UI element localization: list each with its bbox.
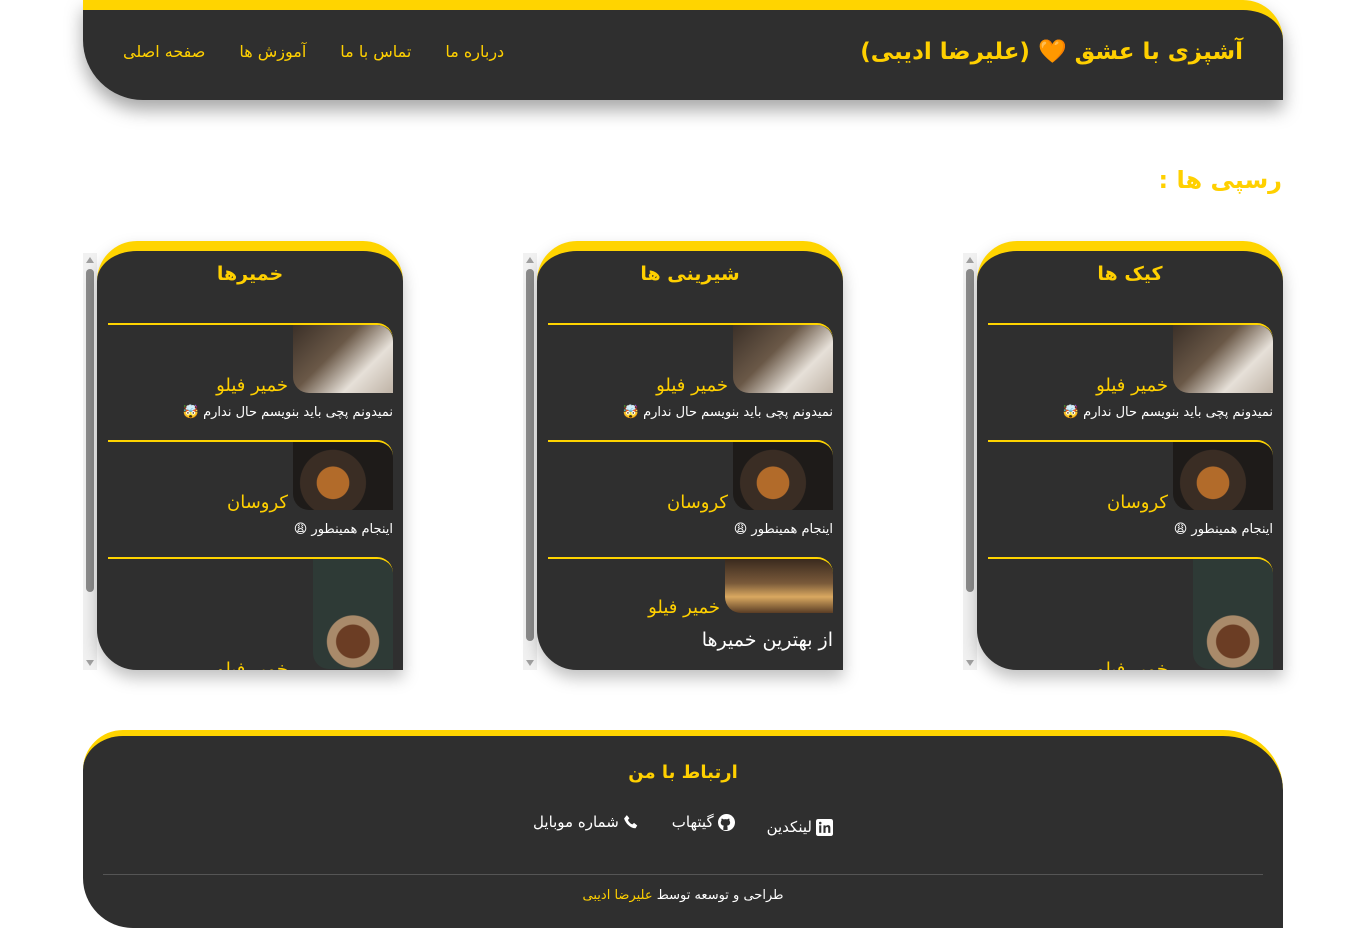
recipe-image: [1193, 559, 1273, 669]
recipe-name: خمیر فیلو: [216, 375, 288, 396]
recipe-image: [1173, 325, 1273, 393]
site-footer: ارتباط با من لینکدین گیتهاب شماره موبایل…: [83, 730, 1283, 928]
recipe-name: خمیر فیلو: [1096, 375, 1168, 396]
github-label: گیتهاب: [671, 813, 714, 831]
recipe-desc: از بهترین خمیرها: [701, 629, 833, 651]
footer-title: ارتباط با من: [628, 762, 738, 783]
github-link[interactable]: گیتهاب: [672, 808, 735, 836]
phone-label: شماره موبایل: [533, 813, 619, 831]
footer-credit: طراحی و توسعه توسط علیرضا ادیبی: [83, 888, 1283, 903]
recipe-desc: اینجام همینطور 😩: [1173, 522, 1273, 537]
recipe-name: کروسان: [227, 492, 288, 513]
scroll-down-arrow-icon[interactable]: [966, 660, 974, 666]
scroll-thumb[interactable]: [526, 269, 534, 641]
footer-divider: [103, 874, 1263, 875]
scroll-down-arrow-icon[interactable]: [526, 660, 534, 666]
category-panel-doughs: خمیرها خمیر فیلو نمیدونم پچی باید بنویسم…: [83, 241, 403, 670]
scroll-down-arrow-icon[interactable]: [86, 660, 94, 666]
recipe-image: [293, 442, 393, 510]
recipe-desc: نمیدونم پچی باید بنویسم حال ندارم 🤯: [182, 405, 393, 420]
recipe-card[interactable]: خمیر فیلو: [988, 557, 1273, 670]
panel-title: خمیرها: [216, 263, 284, 285]
recipe-image: [733, 442, 833, 510]
scrollbar[interactable]: [963, 253, 977, 670]
recipe-desc: اینجام همینطور 😩: [733, 522, 833, 537]
scroll-up-arrow-icon[interactable]: [526, 257, 534, 263]
recipe-card[interactable]: خمیر فیلو نمیدونم پچی باید بنویسم حال ند…: [988, 323, 1273, 440]
site-title: آشپزی با عشق 🧡 (علیرضا ادیبی): [860, 39, 1243, 65]
linkedin-label: لینکدین: [766, 818, 812, 836]
nav-home[interactable]: صفحه اصلی: [123, 42, 205, 61]
recipe-image: [313, 559, 393, 669]
main-nav: صفحه اصلی آموزش ها تماس با ما درباره ما: [123, 42, 504, 61]
recipe-image: [1173, 442, 1273, 510]
panel-title: شیرینی ها: [640, 263, 740, 285]
recipe-desc: نمیدونم پچی باید بنویسم حال ندارم 🤯: [1062, 405, 1273, 420]
linkedin-link[interactable]: لینکدین: [767, 818, 833, 836]
linkedin-icon: [815, 818, 833, 836]
recipe-image: [725, 559, 833, 613]
scroll-up-arrow-icon[interactable]: [966, 257, 974, 263]
credit-prefix: طراحی و توسعه توسط: [656, 888, 784, 903]
recipe-name: کروسان: [1107, 492, 1168, 513]
recipe-card[interactable]: خمیر فیلو نمیدونم پچی باید بنویسم حال ند…: [108, 323, 393, 440]
panel-body: خمیرها خمیر فیلو نمیدونم پچی باید بنویسم…: [97, 241, 403, 670]
recipe-card[interactable]: کروسان اینجام همینطور 😩: [988, 440, 1273, 557]
nav-contact[interactable]: تماس با ما: [340, 42, 411, 61]
recipe-name: خمیر فیلو: [1096, 659, 1168, 670]
scroll-thumb[interactable]: [966, 269, 974, 592]
recipe-name: خمیر فیلو: [648, 597, 720, 618]
scrollbar[interactable]: [83, 253, 97, 670]
nav-about[interactable]: درباره ما: [445, 42, 504, 61]
panel-body: شیرینی ها خمیر فیلو نمیدونم پچی باید بنو…: [537, 241, 843, 670]
phone-icon: [623, 814, 640, 831]
github-icon: [717, 813, 735, 831]
recipe-desc: اینجام همینطور 😩: [293, 522, 393, 537]
recipe-image: [733, 325, 833, 393]
nav-tutorials[interactable]: آموزش ها: [239, 42, 306, 61]
panel-title: کیک ها: [1097, 263, 1163, 285]
recipe-card[interactable]: کروسان اینجام همینطور 😩: [548, 440, 833, 557]
panel-body: کیک ها خمیر فیلو نمیدونم پچی باید بنویسم…: [977, 241, 1283, 670]
category-panel-cakes: کیک ها خمیر فیلو نمیدونم پچی باید بنویسم…: [963, 241, 1283, 670]
credit-author-link[interactable]: علیرضا ادیبی: [583, 888, 653, 903]
recipe-image: [293, 325, 393, 393]
recipe-card[interactable]: خمیر فیلو از بهترین خمیرها: [548, 557, 833, 670]
scroll-thumb[interactable]: [86, 269, 94, 592]
recipe-card[interactable]: کروسان اینجام همینطور 😩: [108, 440, 393, 557]
recipe-name: کروسان: [667, 492, 728, 513]
recipe-card[interactable]: خمیر فیلو نمیدونم پچی باید بنویسم حال ند…: [548, 323, 833, 440]
scrollbar[interactable]: [523, 253, 537, 670]
phone-link[interactable]: شماره موبایل: [533, 808, 640, 836]
recipes-heading: رسپی ها :: [1158, 166, 1282, 194]
recipe-name: خمیر فیلو: [216, 659, 288, 670]
site-header: آشپزی با عشق 🧡 (علیرضا ادیبی) صفحه اصلی …: [83, 0, 1283, 100]
recipe-desc: نمیدونم پچی باید بنویسم حال ندارم 🤯: [622, 405, 833, 420]
recipe-name: خمیر فیلو: [656, 375, 728, 396]
category-panel-sweets: شیرینی ها خمیر فیلو نمیدونم پچی باید بنو…: [523, 241, 843, 670]
scroll-up-arrow-icon[interactable]: [86, 257, 94, 263]
recipe-card[interactable]: خمیر فیلو: [108, 557, 393, 670]
contact-links: لینکدین گیتهاب شماره موبایل: [83, 808, 1283, 836]
